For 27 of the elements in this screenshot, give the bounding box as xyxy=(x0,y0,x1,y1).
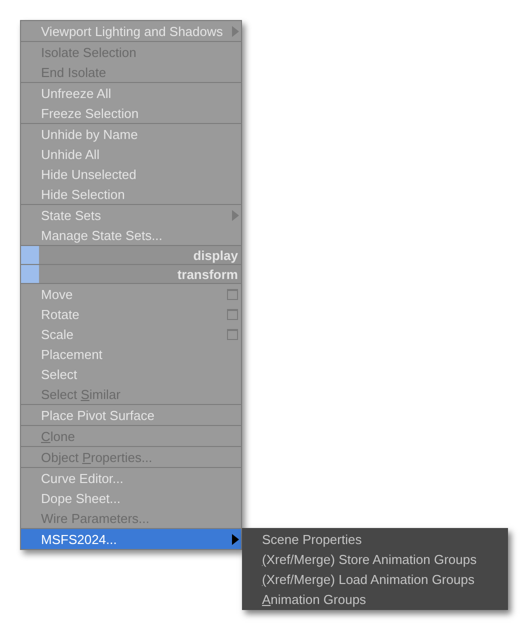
submenu-item[interactable]: (Xref/Merge) Store Animation Groups xyxy=(242,549,508,569)
menu-item[interactable]: Select xyxy=(21,364,241,384)
menu-item[interactable]: Curve Editor... xyxy=(21,468,241,488)
menu-item[interactable]: Placement xyxy=(21,344,241,364)
menu-item[interactable]: Hide Unselected xyxy=(21,164,241,184)
menu-item[interactable]: Dope Sheet... xyxy=(21,488,241,508)
option-box-icon[interactable] xyxy=(227,328,238,340)
menu-item[interactable]: Rotate xyxy=(21,304,241,324)
submenu-item[interactable]: Animation Groups xyxy=(242,589,508,609)
option-box-icon[interactable] xyxy=(227,288,238,300)
menu-item[interactable]: Freeze Selection xyxy=(21,103,241,123)
menu-item[interactable]: Move xyxy=(21,284,241,304)
menu-item[interactable]: Unhide by Name xyxy=(21,124,241,144)
option-box-icon[interactable] xyxy=(227,308,238,320)
menu-section-header: transform xyxy=(21,265,241,283)
menu-section-header: display xyxy=(21,246,241,264)
menu-item[interactable]: MSFS2024... xyxy=(21,529,241,549)
menu-item[interactable]: Unhide All xyxy=(21,144,241,164)
menu-item[interactable]: Scale xyxy=(21,324,241,344)
menu-item[interactable]: Viewport Lighting and Shadows xyxy=(21,21,241,41)
submenu-item[interactable]: (Xref/Merge) Load Animation Groups xyxy=(242,569,508,589)
menu-item[interactable]: Manage State Sets... xyxy=(21,225,241,245)
menu-item[interactable]: Unfreeze All xyxy=(21,83,241,103)
menu-item[interactable]: State Sets xyxy=(21,205,241,225)
menu-item[interactable]: Place Pivot Surface xyxy=(21,405,241,425)
menu-item[interactable]: Hide Selection xyxy=(21,184,241,204)
submenu-item[interactable]: Scene Properties xyxy=(242,529,508,549)
